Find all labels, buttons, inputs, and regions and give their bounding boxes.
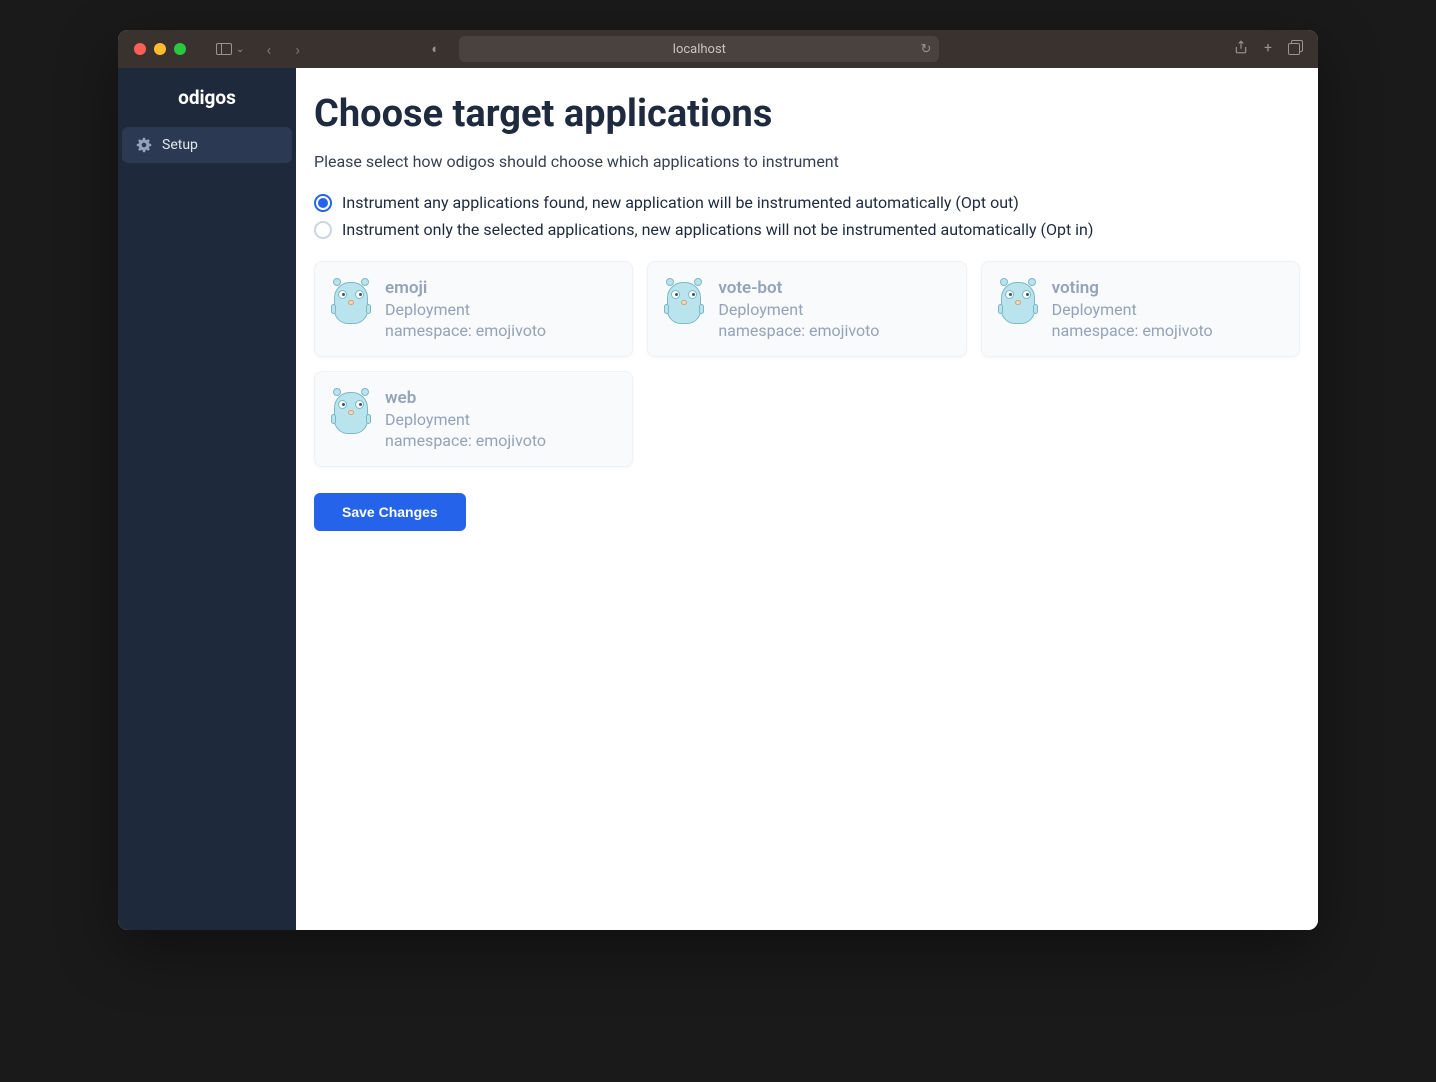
radio-input[interactable] xyxy=(314,194,332,212)
card-body: voting Deployment namespace: emojivoto xyxy=(1052,278,1283,340)
maximize-window-button[interactable] xyxy=(174,43,186,55)
app-name: web xyxy=(385,388,616,408)
address-bar[interactable]: ◐ localhost ↻ xyxy=(459,36,939,62)
page-subtitle: Please select how odigos should choose w… xyxy=(314,152,1300,171)
shield-icon: ◐ xyxy=(431,41,439,57)
app-name: voting xyxy=(1052,278,1283,298)
radio-opt-out[interactable]: Instrument any applications found, new a… xyxy=(314,193,1300,212)
reload-icon[interactable]: ↻ xyxy=(920,42,931,57)
card-body: web Deployment namespace: emojivoto xyxy=(385,388,616,450)
close-window-button[interactable] xyxy=(134,43,146,55)
chevron-down-icon: ⌄ xyxy=(236,44,244,55)
app-namespace: namespace: emojivoto xyxy=(385,431,616,450)
app-name: emoji xyxy=(385,278,616,298)
app-kind: Deployment xyxy=(385,410,616,429)
save-button[interactable]: Save Changes xyxy=(314,493,466,531)
titlebar-right: + xyxy=(1234,40,1302,58)
traffic-lights xyxy=(134,43,186,55)
main: Choose target applications Please select… xyxy=(296,68,1318,930)
page-title: Choose target applications xyxy=(314,92,1300,136)
forward-button[interactable]: › xyxy=(287,40,308,59)
radio-label: Instrument only the selected application… xyxy=(342,220,1093,239)
app-cards: emoji Deployment namespace: emojivoto vo… xyxy=(314,261,1300,467)
content: odigos Setup Choose target applications … xyxy=(118,68,1318,930)
minimize-window-button[interactable] xyxy=(154,43,166,55)
app-kind: Deployment xyxy=(718,300,949,319)
gopher-icon xyxy=(331,388,371,436)
radio-opt-in[interactable]: Instrument only the selected application… xyxy=(314,220,1300,239)
sidebar-item-label: Setup xyxy=(162,137,198,153)
new-tab-icon[interactable]: + xyxy=(1264,40,1272,58)
sidebar-icon xyxy=(216,43,232,55)
sidebar: odigos Setup xyxy=(118,68,296,930)
app-card[interactable]: voting Deployment namespace: emojivoto xyxy=(981,261,1300,357)
app-card[interactable]: vote-bot Deployment namespace: emojivoto xyxy=(647,261,966,357)
app-namespace: namespace: emojivoto xyxy=(385,321,616,340)
share-icon[interactable] xyxy=(1234,40,1248,58)
brand: odigos xyxy=(118,86,296,109)
app-card[interactable]: web Deployment namespace: emojivoto xyxy=(314,371,633,467)
titlebar: ⌄ ‹ › ◐ localhost ↻ + xyxy=(118,30,1318,68)
app-name: vote-bot xyxy=(718,278,949,298)
address-text: localhost xyxy=(673,42,726,57)
app-card[interactable]: emoji Deployment namespace: emojivoto xyxy=(314,261,633,357)
app-namespace: namespace: emojivoto xyxy=(1052,321,1283,340)
app-namespace: namespace: emojivoto xyxy=(718,321,949,340)
tabs-icon[interactable] xyxy=(1288,40,1302,58)
radio-input[interactable] xyxy=(314,221,332,239)
sidebar-item-setup[interactable]: Setup xyxy=(122,127,292,163)
radio-label: Instrument any applications found, new a… xyxy=(342,193,1019,212)
gear-icon xyxy=(136,137,152,153)
app-kind: Deployment xyxy=(385,300,616,319)
sidebar-toggle-button[interactable]: ⌄ xyxy=(210,41,250,57)
card-body: emoji Deployment namespace: emojivoto xyxy=(385,278,616,340)
back-button[interactable]: ‹ xyxy=(258,40,279,59)
radio-group: Instrument any applications found, new a… xyxy=(314,193,1300,239)
app-kind: Deployment xyxy=(1052,300,1283,319)
gopher-icon xyxy=(331,278,371,326)
card-body: vote-bot Deployment namespace: emojivoto xyxy=(718,278,949,340)
gopher-icon xyxy=(664,278,704,326)
gopher-icon xyxy=(998,278,1038,326)
browser-window: ⌄ ‹ › ◐ localhost ↻ + odigos Setup xyxy=(118,30,1318,930)
